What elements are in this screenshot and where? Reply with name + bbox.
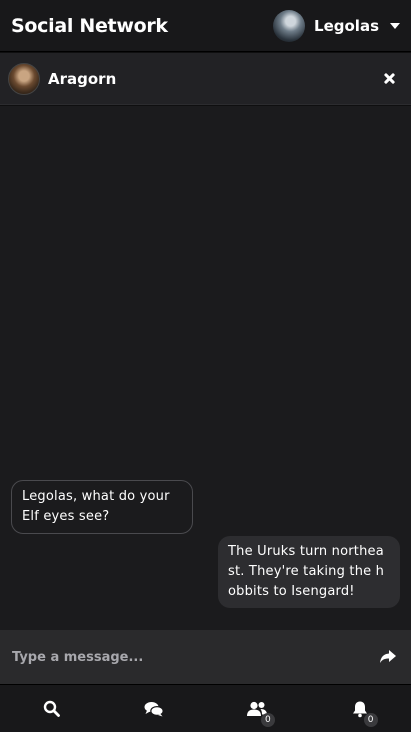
notifications-badge: 0 [363,712,378,727]
message-outgoing: The Uruks turn northea st. They're takin… [218,536,400,608]
nav-notifications-button[interactable]: 0 [340,689,380,729]
top-navbar: Social Network Legolas [0,0,411,52]
bottom-nav: 0 0 [0,684,411,732]
user-menu[interactable]: Legolas [273,9,400,42]
user-avatar[interactable] [273,9,306,42]
chat-icon [144,701,164,716]
chevron-down-icon[interactable] [390,22,400,29]
nav-search-button[interactable] [31,689,71,729]
contact-avatar [8,62,40,95]
message-incoming: Legolas, what do your Elf eyes see? [11,480,193,534]
message-input[interactable] [12,649,377,665]
close-icon[interactable] [379,69,399,89]
contact-name: Aragorn [48,69,117,88]
message-list[interactable]: Legolas, what do your Elf eyes see? The … [0,106,411,630]
brand-title[interactable]: Social Network [11,15,168,37]
share-arrow-icon [380,650,396,663]
search-icon [43,700,60,717]
user-name[interactable]: Legolas [314,17,379,35]
nav-friends-button[interactable]: 0 [237,689,277,729]
chat-header: Aragorn [0,53,411,105]
message-composer [0,630,411,684]
friends-badge: 0 [260,712,275,727]
nav-messages-button[interactable] [134,689,174,729]
send-button[interactable] [377,646,399,668]
